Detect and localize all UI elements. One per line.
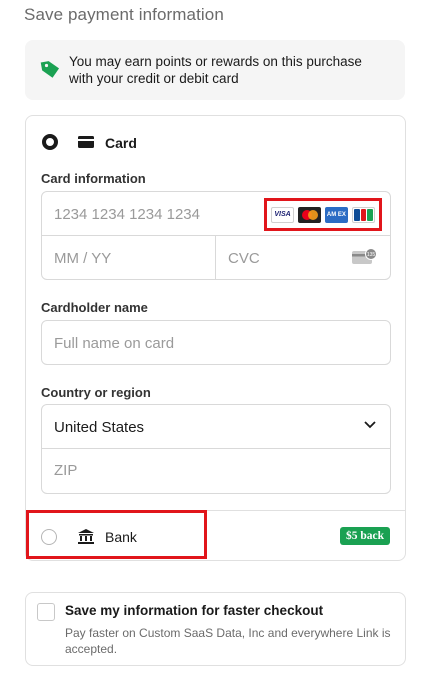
cardholder-placeholder: Full name on card (54, 335, 175, 352)
save-info-description: Pay faster on Custom SaaS Data, Inc and … (65, 626, 391, 656)
payment-method-panel: Card Card information 1234 1234 1234 123… (25, 115, 406, 561)
zip-placeholder: ZIP (54, 462, 78, 479)
cardholder-name-input[interactable]: Full name on card (41, 320, 391, 365)
bank-icon (78, 529, 94, 544)
chevron-down-icon (364, 421, 376, 429)
save-info-panel: Save my information for faster checkout … (25, 592, 406, 666)
cvc-placeholder: CVC (228, 250, 260, 267)
amex-icon: AM EX (324, 206, 348, 223)
card-radio[interactable] (42, 134, 58, 150)
cvc-input[interactable]: CVC 135 (216, 236, 390, 280)
rewards-banner: You may earn points or rewards on this p… (25, 40, 405, 100)
save-info-checkbox[interactable] (37, 603, 55, 621)
save-info-title[interactable]: Save my information for faster checkout (65, 603, 323, 618)
card-details-group: 1234 1234 1234 1234 VISA AM EX MM / YY C… (41, 191, 391, 280)
cvc-card-icon: 135 (352, 248, 377, 264)
bank-radio[interactable] (41, 529, 57, 545)
bank-option-label[interactable]: Bank (105, 529, 137, 545)
expiry-placeholder: MM / YY (54, 250, 112, 267)
rewards-text: You may earn points or rewards on this p… (69, 54, 362, 86)
country-value: United States (54, 419, 145, 436)
tag-icon (40, 61, 60, 78)
card-number-input[interactable]: 1234 1234 1234 1234 VISA AM EX (42, 192, 390, 236)
country-select[interactable]: United States (42, 405, 390, 449)
zip-input[interactable]: ZIP (42, 449, 390, 493)
address-group: United States ZIP (41, 404, 391, 494)
cashback-badge: $5 back (339, 527, 390, 545)
bank-option[interactable]: Bank $5 back (26, 510, 405, 560)
page-title: Save payment information (24, 5, 224, 24)
mastercard-icon (298, 206, 321, 223)
card-information-label: Card information (41, 171, 146, 186)
credit-card-icon (78, 136, 94, 148)
visa-icon: VISA (271, 206, 295, 223)
card-brands: VISA AM EX (264, 198, 382, 231)
card-number-placeholder: 1234 1234 1234 1234 (54, 206, 200, 223)
svg-text:135: 135 (367, 252, 376, 258)
country-label: Country or region (41, 385, 151, 400)
jcb-icon (351, 206, 375, 223)
card-option-label[interactable]: Card (105, 135, 137, 151)
expiry-input[interactable]: MM / YY (42, 236, 216, 280)
cardholder-name-label: Cardholder name (41, 300, 148, 315)
